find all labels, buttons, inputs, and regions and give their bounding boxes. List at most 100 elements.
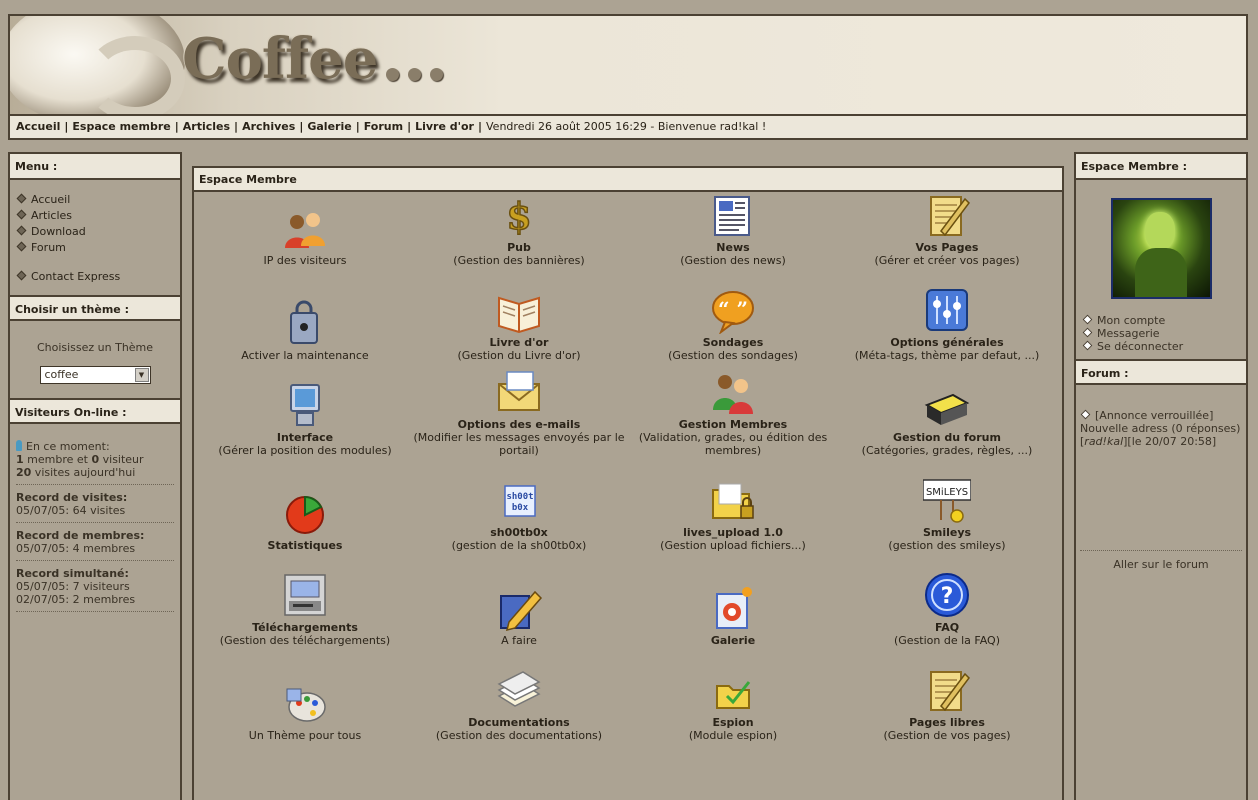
admin-item-name[interactable]: FAQ	[935, 621, 959, 634]
notepad-icon[interactable]	[923, 191, 971, 239]
nav-link-5[interactable]: Forum	[364, 120, 403, 133]
menu-item-0[interactable]: Accueil	[16, 192, 180, 208]
admin-item[interactable]: Galerie	[626, 572, 840, 667]
menu-item-2[interactable]: Download	[16, 224, 180, 240]
admin-item[interactable]: Options des e-mails (Modifier les message…	[412, 371, 626, 477]
shoutbox-icon[interactable]: sh00t b0x	[495, 476, 543, 524]
admin-item-name[interactable]: Interface	[277, 431, 333, 444]
documents-icon[interactable]	[495, 666, 543, 714]
admin-item[interactable]: lives_upload 1.0 (Gestion upload fichiers…	[626, 477, 840, 572]
admin-item-name[interactable]: Smileys	[923, 526, 971, 539]
diamond-bullet-icon	[1082, 327, 1093, 338]
panel-title: Espace Membre	[194, 168, 1062, 192]
notepad-icon[interactable]	[923, 666, 971, 714]
theme-select[interactable]: coffee ▼	[39, 366, 151, 384]
admin-item[interactable]: Un Thème pour tous	[198, 667, 412, 762]
spy-folder-icon[interactable]	[709, 666, 757, 714]
menu-item-3[interactable]: Forum	[16, 240, 180, 256]
users-icon[interactable]	[281, 204, 329, 252]
admin-item-desc: (Gestion de la FAQ)	[893, 634, 1001, 647]
nav-link-2[interactable]: Articles	[183, 120, 230, 133]
admin-item-desc: (Méta-tags, thème par defaut, ...)	[854, 349, 1040, 362]
admin-item[interactable]: A faire	[412, 572, 626, 667]
nav-link-3[interactable]: Archives	[242, 120, 295, 133]
admin-item[interactable]: Gestion Membres (Validation, grades, ou é…	[626, 375, 840, 477]
admin-item-name[interactable]: Options des e-mails	[458, 418, 581, 431]
folder-lock-icon[interactable]	[709, 476, 757, 524]
account-link-1[interactable]: Messagerie	[1082, 327, 1240, 340]
nav-link-1[interactable]: Espace membre	[72, 120, 170, 133]
admin-item[interactable]: SMiLEYS Smileys (gestion des smileys)	[840, 477, 1054, 572]
forum-post[interactable]: [Annonce verrouillée] Nouvelle adress (0…	[1080, 385, 1242, 448]
menu-item-4[interactable]: Contact Express	[16, 269, 180, 285]
newspaper-icon[interactable]	[709, 191, 757, 239]
admin-item-name[interactable]: lives_upload 1.0	[683, 526, 783, 539]
admin-item-name[interactable]: Pages libres	[909, 716, 985, 729]
admin-item[interactable]: Options générales (Méta-tags, thème par d…	[840, 287, 1054, 382]
forum-post-text[interactable]: Nouvelle adress (0 réponses)	[1080, 422, 1242, 435]
admin-item-name[interactable]: Sondages	[703, 336, 764, 349]
monitor-icon[interactable]	[281, 381, 329, 429]
gallery-icon[interactable]	[709, 584, 757, 632]
admin-item-name[interactable]: Téléchargements	[252, 621, 358, 634]
admin-item-name[interactable]: Statistiques	[268, 539, 343, 552]
admin-item[interactable]: Statistiques	[198, 477, 412, 572]
admin-item-name[interactable]: Galerie	[711, 634, 755, 647]
admin-item-name[interactable]: Options générales	[890, 336, 1003, 349]
menu-item-1[interactable]: Articles	[16, 208, 180, 224]
forum-link[interactable]: Aller sur le forum	[1080, 550, 1242, 575]
forum-post-title[interactable]: [Annonce verrouillée]	[1095, 409, 1213, 422]
nav-link-4[interactable]: Galerie	[307, 120, 351, 133]
admin-item[interactable]: Vos Pages (Gérer et créer vos pages)	[840, 192, 1054, 287]
account-link-0[interactable]: Mon compte	[1082, 314, 1240, 327]
admin-item-name[interactable]: Vos Pages	[916, 241, 979, 254]
palette-icon[interactable]	[281, 679, 329, 727]
nav-separator: |	[234, 120, 239, 133]
admin-item-name[interactable]: Gestion Membres	[679, 418, 787, 431]
speech-bubble-icon[interactable]: “ ”	[709, 286, 757, 334]
admin-item[interactable]: $ Pub (Gestion des bannières)	[412, 192, 626, 287]
admin-item[interactable]: IP des visiteurs	[198, 192, 412, 287]
admin-item-name[interactable]: Documentations	[468, 716, 569, 729]
admin-item-name[interactable]: sh00tb0x	[490, 526, 548, 539]
admin-item-name[interactable]: Pub	[507, 241, 531, 254]
book-icon[interactable]	[495, 286, 543, 334]
admin-item[interactable]: News (Gestion des news)	[626, 192, 840, 287]
pencil-notebook-icon[interactable]	[495, 584, 543, 632]
download-machine-icon[interactable]	[281, 571, 329, 619]
admin-item-desc: (Gestion upload fichiers...)	[660, 539, 806, 552]
theme-select-value: coffee	[44, 368, 79, 381]
sliders-icon[interactable]	[923, 286, 971, 334]
admin-item-desc: (Module espion)	[688, 729, 778, 742]
avatar[interactable]	[1110, 198, 1212, 299]
nav-link-0[interactable]: Accueil	[16, 120, 60, 133]
nav-link-6[interactable]: Livre d'or	[415, 120, 474, 133]
admin-item[interactable]: ? FAQ (Gestion de la FAQ)	[840, 572, 1054, 667]
admin-item[interactable]: Gestion du forum (Catégories, grades, règ…	[840, 382, 1054, 477]
envelope-icon[interactable]	[495, 368, 543, 416]
admin-item-name[interactable]: Espion	[712, 716, 753, 729]
admin-item[interactable]: sh00t b0x sh00tb0x (gestion de la sh00tb0x)	[412, 477, 626, 572]
theme-label: Choisissez un Thème	[36, 341, 154, 354]
admin-item[interactable]: Documentations (Gestion des documentation…	[412, 667, 626, 762]
admin-item[interactable]: Activer la maintenance	[198, 287, 412, 382]
smileys-sign-icon[interactable]: SMiLEYS	[923, 476, 971, 524]
site-logo[interactable]: Coffee	[182, 26, 378, 92]
admin-item[interactable]: Espion (Module espion)	[626, 667, 840, 762]
lock-icon[interactable]	[281, 299, 329, 347]
site-header: Coffee Accueil | Espace membre | Articles | Ar…	[8, 14, 1248, 140]
dollar-icon[interactable]: $	[495, 191, 543, 239]
account-link-2[interactable]: Se déconnecter	[1082, 340, 1240, 353]
forum-post-author[interactable]: rad!kal	[1084, 435, 1123, 448]
chevron-down-icon[interactable]: ▼	[134, 368, 149, 382]
admin-item[interactable]: Téléchargements (Gestion des téléchargeme…	[198, 572, 412, 667]
admin-item-name[interactable]: Gestion du forum	[893, 431, 1001, 444]
admin-item-name[interactable]: Livre d'or	[490, 336, 549, 349]
pie-chart-icon[interactable]	[281, 489, 329, 537]
forum-book-icon[interactable]	[923, 381, 971, 429]
admin-item[interactable]: Pages libres (Gestion de vos pages)	[840, 667, 1054, 762]
admin-item-name[interactable]: News	[716, 241, 749, 254]
admin-item[interactable]: Interface (Gérer la position des modules)	[198, 382, 412, 477]
members-icon[interactable]	[709, 368, 757, 416]
help-icon[interactable]: ?	[923, 571, 971, 619]
